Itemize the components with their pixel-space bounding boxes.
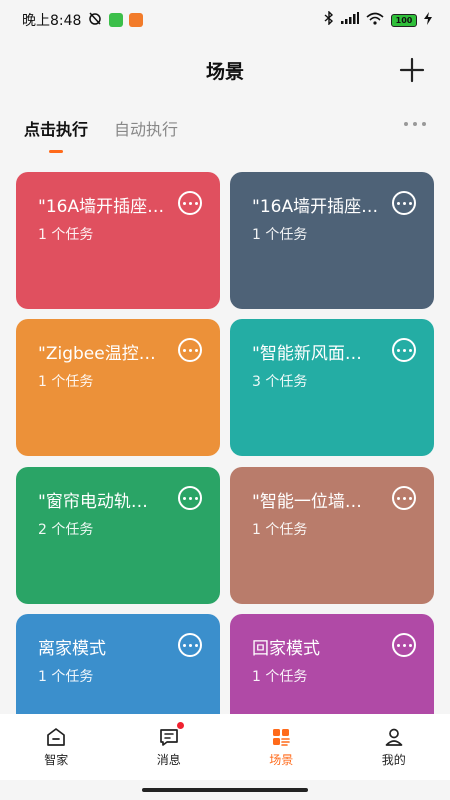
- scene-card[interactable]: "16A墙开插座… 1 个任务: [230, 172, 434, 309]
- card-more-icon[interactable]: [178, 486, 202, 510]
- unread-badge: [176, 722, 184, 729]
- home-app-icon: [129, 13, 144, 27]
- more-options-button[interactable]: [404, 122, 426, 126]
- tab-bar: 点击执行 自动执行: [0, 116, 450, 160]
- profile-icon: [385, 728, 403, 746]
- scene-card-task-count: 2 个任务: [38, 522, 94, 538]
- scene-card[interactable]: "智能一位墙… 1 个任务: [230, 467, 434, 604]
- scene-card[interactable]: "智能新风面… 3 个任务: [230, 319, 434, 456]
- dot: [404, 122, 408, 126]
- scene-card-task-count: 1 个任务: [38, 669, 94, 685]
- status-bar: 晚上8:48 100: [0, 0, 450, 40]
- tab-manual-execute[interactable]: 点击执行: [24, 116, 89, 153]
- scene-card[interactable]: 离家模式 1 个任务: [16, 614, 220, 714]
- scene-icon: [273, 729, 291, 746]
- signal-icon: [341, 12, 359, 28]
- tab-label: 自动执行: [114, 120, 179, 139]
- scene-card-task-count: 1 个任务: [252, 522, 308, 538]
- scene-card-task-count: 1 个任务: [38, 374, 94, 390]
- wifi-icon: [366, 12, 384, 29]
- alarm-off-icon: [87, 10, 103, 30]
- scene-card-title: "窗帘电动轨…: [38, 492, 148, 512]
- card-more-icon[interactable]: [178, 338, 202, 362]
- scene-card[interactable]: "Zigbee温控… 1 个任务: [16, 319, 220, 456]
- scene-card-title: 离家模式: [38, 639, 106, 659]
- add-scene-button[interactable]: [398, 56, 426, 84]
- card-more-icon[interactable]: [178, 633, 202, 657]
- nav-item-home[interactable]: 智家: [0, 714, 113, 780]
- scene-card-task-count: 1 个任务: [252, 669, 308, 685]
- card-more-icon[interactable]: [392, 633, 416, 657]
- status-time: 晚上8:48: [22, 13, 82, 29]
- nav-item-messages[interactable]: 消息: [113, 714, 226, 780]
- header: 场景: [0, 48, 450, 92]
- scene-card-task-count: 1 个任务: [38, 227, 94, 243]
- bluetooth-icon: [324, 10, 334, 29]
- card-more-icon[interactable]: [392, 486, 416, 510]
- tab-label: 点击执行: [24, 120, 89, 139]
- scene-card-title: "智能新风面…: [252, 344, 362, 364]
- battery-icon: 100: [391, 13, 417, 27]
- nav-label: 我的: [381, 753, 406, 767]
- message-icon: [159, 729, 178, 746]
- home-icon: [47, 728, 66, 746]
- scene-card-task-count: 3 个任务: [252, 374, 308, 390]
- status-left: 晚上8:48: [22, 10, 144, 30]
- scene-card-task-count: 1 个任务: [252, 227, 308, 243]
- wechat-app-icon: [109, 13, 124, 27]
- nav-label: 智家: [44, 753, 69, 767]
- scene-card[interactable]: 回家模式 1 个任务: [230, 614, 434, 714]
- scene-card-title: "16A墙开插座…: [252, 197, 379, 217]
- dot: [413, 122, 417, 126]
- nav-item-profile[interactable]: 我的: [338, 714, 450, 780]
- scene-card-title: "Zigbee温控…: [38, 344, 156, 364]
- scene-card-title: 回家模式: [252, 639, 320, 659]
- nav-item-scenes[interactable]: 场景: [225, 714, 338, 780]
- dot: [422, 122, 426, 126]
- tab-auto-execute[interactable]: 自动执行: [114, 116, 178, 140]
- status-right: 100: [324, 10, 432, 29]
- card-more-icon[interactable]: [178, 191, 202, 215]
- bottom-nav: 智家 消息 场景 我的: [0, 714, 450, 780]
- charging-icon: [424, 11, 432, 29]
- scene-card[interactable]: "窗帘电动轨… 2 个任务: [16, 467, 220, 604]
- card-more-icon[interactable]: [392, 338, 416, 362]
- card-more-icon[interactable]: [392, 191, 416, 215]
- nav-label: 场景: [269, 753, 294, 767]
- scene-card[interactable]: "16A墙开插座… 1 个任务: [16, 172, 220, 309]
- scene-grid: "16A墙开插座… 1 个任务 "16A墙开插座… 1 个任务 "Zigbee温…: [16, 172, 434, 714]
- page-title: 场景: [205, 60, 244, 83]
- tab-indicator: [49, 150, 63, 153]
- scene-card-title: "16A墙开插座…: [38, 197, 165, 217]
- home-indicator[interactable]: [142, 788, 308, 792]
- nav-label: 消息: [156, 753, 181, 767]
- plus-icon: [399, 57, 425, 83]
- scene-card-title: "智能一位墙…: [252, 492, 362, 512]
